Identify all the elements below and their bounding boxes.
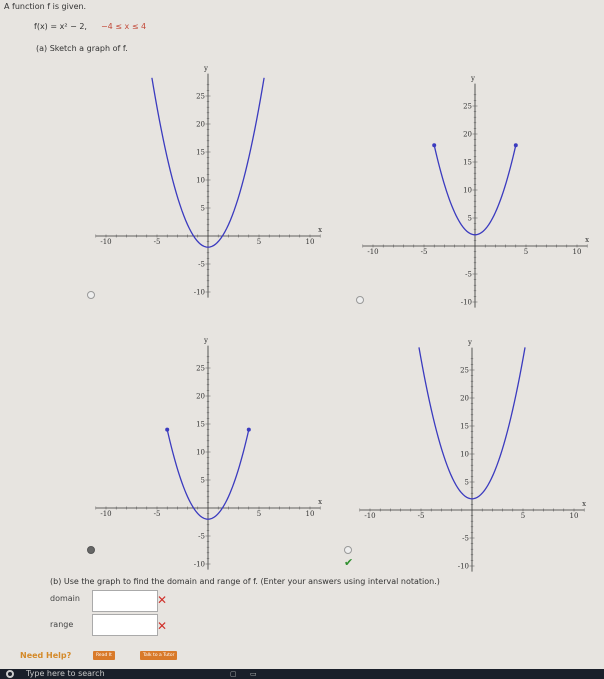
radio-option-3[interactable]: [87, 546, 95, 554]
y-tick-label: 20: [463, 131, 472, 139]
y-tick-label: 5: [468, 215, 472, 223]
y-axis-label: y: [470, 75, 475, 83]
y-axis-label: y: [203, 65, 208, 73]
y-tick-label: 25: [196, 93, 205, 101]
endpoint-dot: [513, 143, 518, 148]
range-label: range: [50, 620, 74, 629]
function-definition: f(x) = x² − 2, −4 ≤ x ≤ 4: [34, 22, 146, 31]
y-tick-label: 15: [196, 421, 205, 429]
radio-option-1[interactable]: [87, 291, 95, 299]
domain-input[interactable]: [92, 590, 158, 612]
x-tick-label: 5: [521, 512, 525, 520]
x-tick-label: 10: [573, 248, 582, 256]
y-tick-label: -10: [461, 299, 472, 307]
y-tick-label: 25: [463, 103, 472, 111]
range-incorrect-icon: ✕: [157, 619, 168, 633]
y-tick-label: 10: [196, 177, 205, 185]
checkmark-icon: ✔: [344, 556, 354, 569]
graph-option-3: -10 -5 5 10 25 20 15 10 5 -5 -10 x y: [95, 337, 322, 570]
x-axis-label: x: [582, 500, 586, 508]
y-tick-label: -10: [458, 563, 469, 571]
talk-to-tutor-button[interactable]: Talk to a Tutor: [140, 651, 178, 660]
x-tick-label: 10: [306, 238, 315, 246]
x-tick-label: -10: [100, 510, 111, 518]
y-tick-label: 10: [463, 187, 472, 195]
part-b-prompt: (b) Use the graph to find the domain and…: [50, 577, 440, 586]
y-tick-label: 20: [196, 121, 205, 129]
y-tick-label: -5: [462, 535, 469, 543]
y-axis-label: y: [467, 339, 472, 347]
function-formula: f(x) = x² − 2,: [34, 22, 87, 31]
y-tick-label: -10: [194, 289, 205, 297]
x-tick-label: -5: [418, 512, 425, 520]
y-tick-label: 25: [460, 367, 469, 375]
y-axis-label: y: [203, 337, 208, 345]
file-explorer-icon[interactable]: ▭: [250, 670, 257, 678]
graph-option-2: -10 -5 5 10 25 20 15 10 5 -5 -10 x y: [362, 75, 589, 308]
endpoint-dot: [246, 427, 251, 432]
y-tick-label: 20: [460, 395, 469, 403]
graph-option-1: -10 -5 5 10 25 20 15 10 5 -5 -10 x y: [95, 65, 322, 298]
y-tick-label: 10: [460, 451, 469, 459]
need-help-label: Need Help?: [20, 651, 72, 660]
y-tick-label: 15: [196, 149, 205, 157]
part-a-prompt: (a) Sketch a graph of f.: [36, 44, 128, 53]
y-tick-label: 25: [196, 365, 205, 373]
x-tick-label: 5: [524, 248, 528, 256]
x-tick-label: 10: [570, 512, 579, 520]
x-axis-label: x: [318, 226, 322, 234]
radio-option-4[interactable]: [344, 546, 352, 554]
y-tick-label: 5: [201, 205, 205, 213]
question-intro: A function f is given.: [4, 2, 87, 11]
y-tick-label: -5: [465, 271, 472, 279]
y-tick-label: 15: [463, 159, 472, 167]
taskbar-search-input[interactable]: Type here to search: [26, 669, 105, 678]
x-tick-label: 5: [257, 510, 261, 518]
x-tick-label: -10: [100, 238, 111, 246]
x-tick-label: 5: [257, 238, 261, 246]
x-tick-label: -10: [367, 248, 378, 256]
read-it-button[interactable]: Read It: [93, 651, 115, 660]
endpoint-dot: [165, 427, 170, 432]
y-tick-label: 5: [201, 477, 205, 485]
x-tick-label: 10: [306, 510, 315, 518]
range-input[interactable]: [92, 614, 158, 636]
y-tick-label: 20: [196, 393, 205, 401]
x-axis-label: x: [318, 498, 322, 506]
graph-option-4: -10 -5 5 10 25 20 15 10 5 -5 -10 x y: [359, 339, 586, 572]
y-tick-label: 10: [196, 449, 205, 457]
x-tick-label: -10: [364, 512, 375, 520]
task-view-icon[interactable]: ▢: [230, 670, 237, 678]
y-tick-label: -5: [198, 261, 205, 269]
domain-label: domain: [50, 594, 80, 603]
x-tick-label: -5: [154, 238, 161, 246]
x-axis-label: x: [585, 236, 589, 244]
radio-option-2[interactable]: [356, 296, 364, 304]
y-tick-label: 15: [460, 423, 469, 431]
domain-incorrect-icon: ✕: [157, 593, 168, 607]
x-tick-label: -5: [421, 248, 428, 256]
x-tick-label: -5: [154, 510, 161, 518]
y-tick-label: -10: [194, 561, 205, 569]
cortana-icon[interactable]: [6, 670, 14, 678]
endpoint-dot: [432, 143, 437, 148]
function-domain: −4 ≤ x ≤ 4: [100, 22, 147, 31]
y-tick-label: -5: [198, 533, 205, 541]
y-tick-label: 5: [465, 479, 469, 487]
